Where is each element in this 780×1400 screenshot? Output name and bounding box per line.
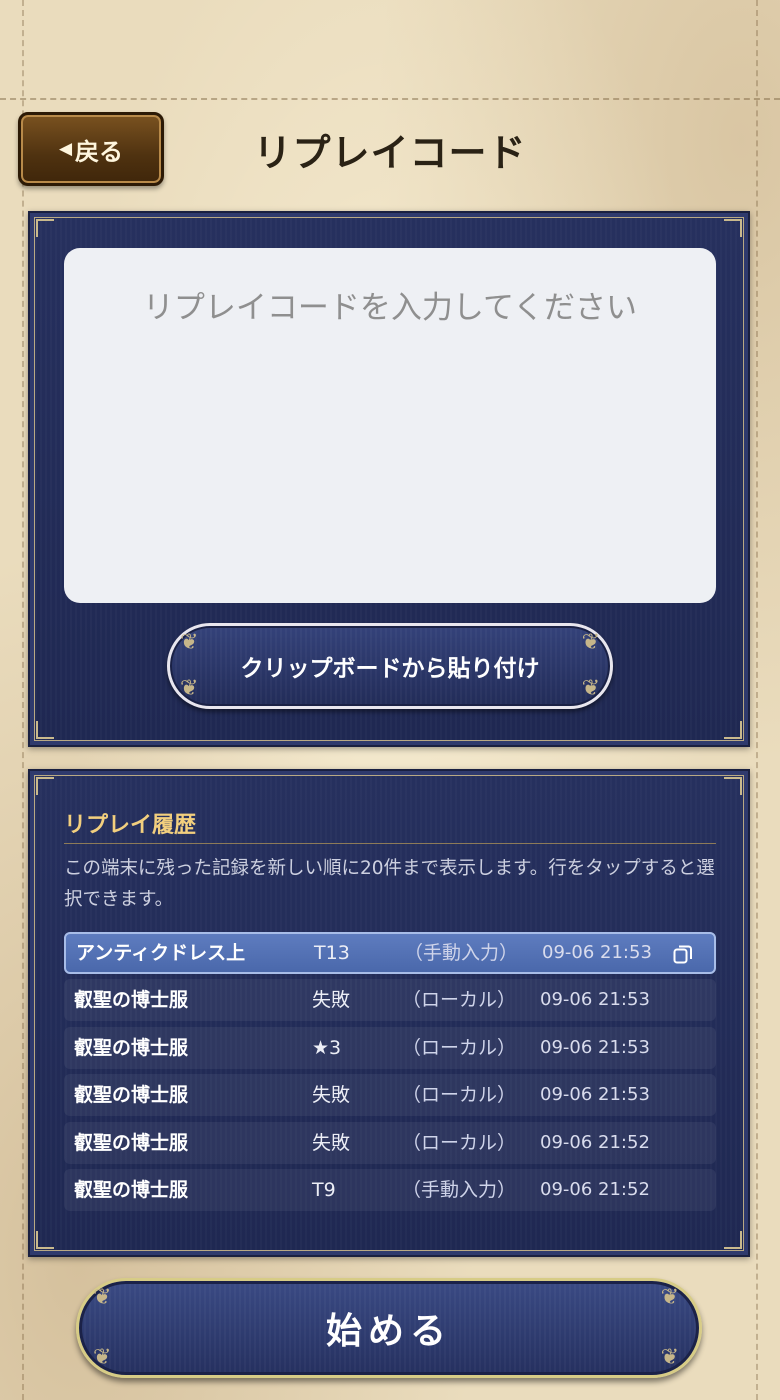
history-row-name: 叡聖の博士服 (74, 1084, 189, 1107)
start-button[interactable]: ❦ ❦ ❦ ❦ 始める (76, 1278, 702, 1378)
replay-code-input[interactable] (64, 248, 716, 603)
history-row-time: 09-06 21:53 (540, 1036, 650, 1058)
history-row[interactable]: 叡聖の博士服 失敗 （ローカル） 09-06 21:52 (64, 1121, 716, 1164)
history-row[interactable]: 叡聖の博士服 ★3 （ローカル） 09-06 21:53 (64, 1026, 716, 1069)
history-row-time: 09-06 21:52 (540, 1131, 650, 1153)
flourish-ornament-icon: ❦ (93, 1285, 118, 1310)
history-row-result: 失敗 (312, 1084, 351, 1107)
replay-code-panel: ❦ ❦ ❦ ❦ クリップボードから貼り付け (28, 211, 750, 747)
flourish-ornament-icon: ❦ (93, 1345, 118, 1370)
history-row[interactable]: アンティクドレス上 T13 （手動入力） 09-06 21:53 (64, 932, 716, 974)
history-row-result: T13 (314, 942, 350, 964)
history-row-name: 叡聖の博士服 (74, 989, 189, 1012)
history-row-result: 失敗 (312, 1131, 351, 1154)
parchment-stitch-right (756, 0, 758, 1400)
paste-from-clipboard-button[interactable]: ❦ ❦ ❦ ❦ クリップボードから貼り付け (167, 623, 613, 709)
history-row-source: （手動入力） (402, 1178, 517, 1201)
history-row-result: ★3 (312, 1036, 342, 1059)
panel-corner-ornament (36, 777, 54, 795)
panel-corner-ornament (36, 219, 54, 237)
back-arrow-icon: ◀ (58, 139, 73, 159)
flourish-ornament-icon: ❦ (180, 676, 199, 701)
parchment-stitch-top (0, 98, 780, 100)
flourish-ornament-icon: ❦ (180, 630, 199, 655)
panel-corner-ornament (36, 721, 54, 739)
history-title: リプレイ履歴 (64, 813, 197, 838)
history-row[interactable]: 叡聖の博士服 失敗 （ローカル） 09-06 21:53 (64, 979, 716, 1022)
history-row-name: 叡聖の博士服 (74, 1131, 189, 1154)
flourish-ornament-icon: ❦ (660, 1285, 685, 1310)
panel-corner-ornament (724, 219, 742, 237)
history-row-name: 叡聖の博士服 (74, 1036, 189, 1059)
start-button-label: 始める (325, 1311, 452, 1352)
flourish-ornament-icon: ❦ (581, 630, 600, 655)
panel-corner-ornament (724, 777, 742, 795)
panel-corner-ornament (724, 721, 742, 739)
history-divider (64, 843, 716, 844)
history-row-time: 09-06 21:52 (540, 1178, 650, 1200)
panel-corner-ornament (36, 1231, 54, 1249)
history-row-time: 09-06 21:53 (542, 942, 652, 963)
history-row-name: 叡聖の博士服 (74, 1178, 189, 1201)
panel-corner-ornament (724, 1231, 742, 1249)
back-button-label: 戻る (75, 137, 124, 166)
history-row-name: アンティクドレス上 (76, 942, 246, 964)
flourish-ornament-icon: ❦ (660, 1345, 685, 1370)
page-title: リプレイコード (253, 131, 527, 175)
history-row-source: （ローカル） (402, 989, 517, 1012)
history-row[interactable]: 叡聖の博士服 失敗 （ローカル） 09-06 21:53 (64, 1074, 716, 1117)
history-row-result: T9 (312, 1178, 336, 1201)
history-row-source: （ローカル） (402, 1084, 517, 1107)
history-row-result: 失敗 (312, 989, 351, 1012)
history-row-source: （手動入力） (404, 942, 519, 964)
history-description: この端末に残った記録を新しい順に20件まで表示します。行をタップすると選択できま… (64, 858, 715, 910)
history-row[interactable]: 叡聖の博士服 T9 （手動入力） 09-06 21:52 (64, 1168, 716, 1211)
back-button[interactable]: ◀ 戻る (18, 112, 164, 186)
history-row-source: （ローカル） (402, 1036, 517, 1059)
history-row-source: （ローカル） (402, 1131, 517, 1154)
history-row-time: 09-06 21:53 (540, 989, 650, 1011)
flourish-ornament-icon: ❦ (581, 676, 600, 701)
history-list: アンティクドレス上 T13 （手動入力） 09-06 21:53 叡聖の博士服 … (64, 932, 716, 1216)
replay-history-panel: リプレイ履歴 この端末に残った記録を新しい順に20件まで表示します。行をタップす… (28, 769, 750, 1257)
paste-button-label: クリップボードから貼り付け (240, 656, 540, 682)
history-row-time: 09-06 21:53 (540, 1084, 650, 1106)
copy-icon[interactable] (672, 943, 694, 965)
parchment-stitch-left (22, 0, 24, 1400)
